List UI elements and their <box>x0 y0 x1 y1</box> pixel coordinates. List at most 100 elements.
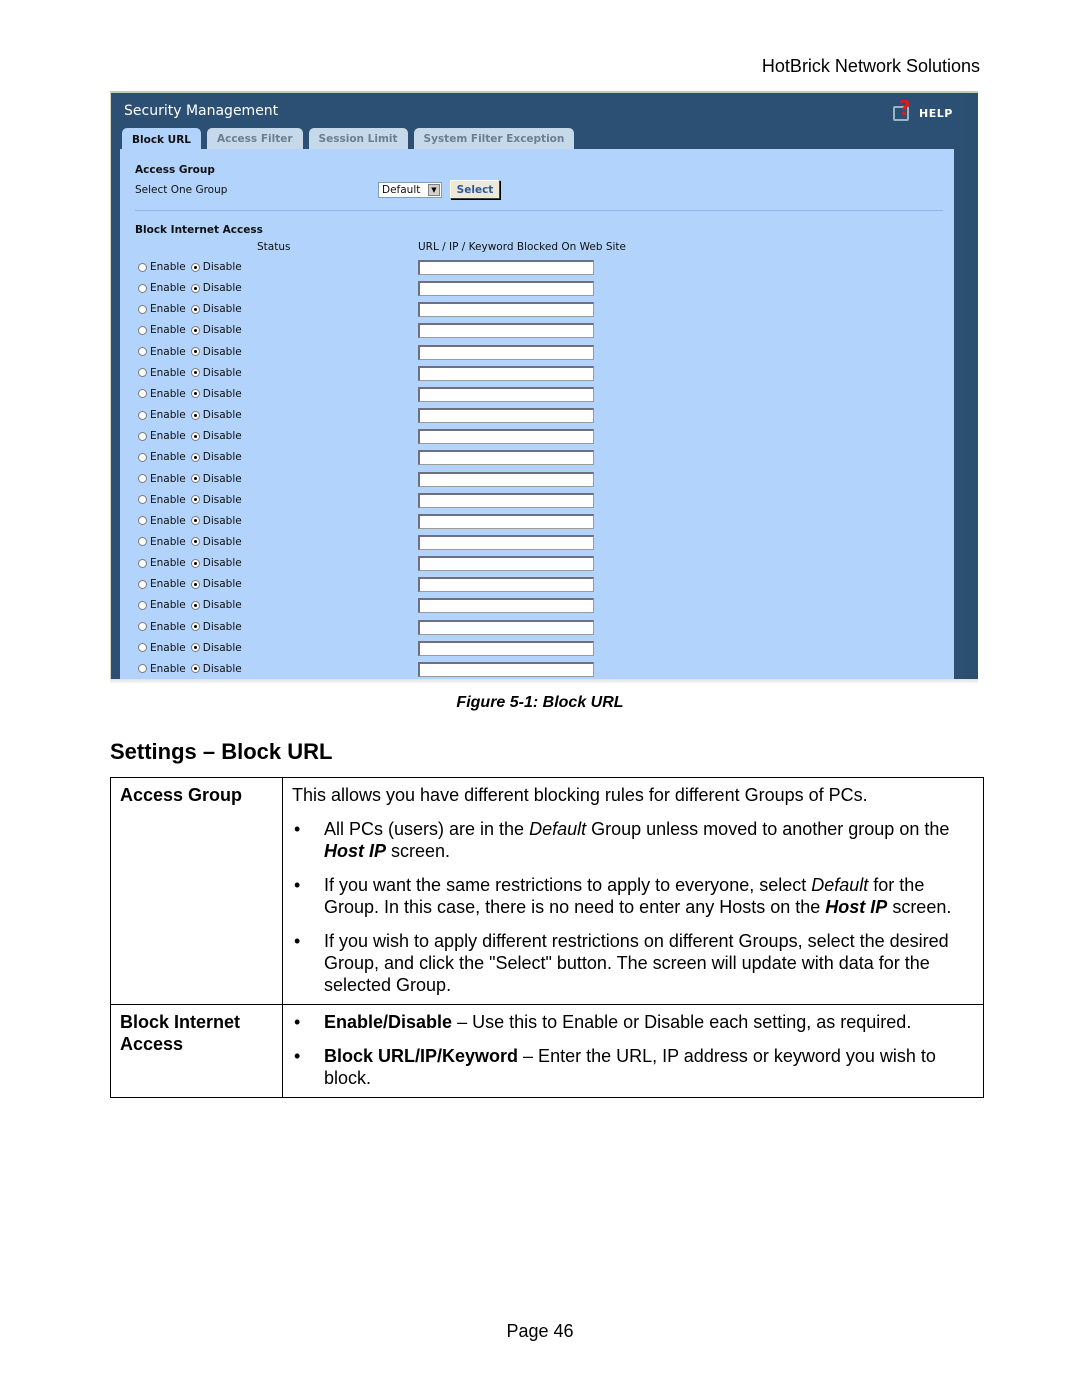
enable-radio[interactable] <box>138 600 147 610</box>
status-row: Enable Disable <box>138 449 247 465</box>
disable-radio[interactable] <box>190 558 200 568</box>
tab-session-limit[interactable]: Session Limit <box>308 128 408 150</box>
disable-radio[interactable] <box>190 325 200 335</box>
help-button[interactable]: ? HELP <box>893 98 955 125</box>
enable-radio[interactable] <box>138 325 147 335</box>
disable-radio[interactable] <box>190 283 200 293</box>
enable-radio[interactable] <box>138 558 147 568</box>
url-keyword-input[interactable] <box>418 260 594 275</box>
disable-label: Disable <box>202 472 242 485</box>
block-url-panel: Access Group Select One Group Default ▼ … <box>120 149 954 681</box>
enable-radio[interactable] <box>138 262 147 272</box>
url-keyword-input[interactable] <box>418 386 594 402</box>
url-keyword-input[interactable] <box>418 640 594 656</box>
url-keyword-input[interactable] <box>418 619 594 635</box>
select-group-label: Select One Group <box>135 184 228 196</box>
tab-block-url[interactable]: Block URL <box>122 128 201 151</box>
url-keyword-input[interactable] <box>418 450 594 466</box>
disable-radio[interactable] <box>190 537 200 547</box>
enable-radio[interactable] <box>138 283 147 293</box>
enable-radio[interactable] <box>138 664 147 674</box>
url-keyword-input[interactable] <box>418 556 594 572</box>
group-select[interactable]: Default ▼ <box>378 182 442 198</box>
disable-radio[interactable] <box>190 664 200 674</box>
enable-label: Enable <box>150 261 186 273</box>
status-row: Enable Disable <box>138 576 247 592</box>
url-keyword-input[interactable] <box>418 492 594 508</box>
disable-label: Disable <box>202 366 242 379</box>
enable-radio[interactable] <box>138 389 147 399</box>
url-keyword-input[interactable] <box>418 302 594 318</box>
url-keyword-input[interactable] <box>418 365 594 381</box>
enable-label: Enable <box>150 324 186 337</box>
enable-label: Enable <box>150 472 186 485</box>
enable-radio[interactable] <box>138 537 147 547</box>
disable-label: Disable <box>202 345 242 358</box>
tab-access-filter[interactable]: Access Filter <box>206 128 303 150</box>
url-keyword-input[interactable] <box>418 598 594 614</box>
disable-radio[interactable] <box>190 452 200 462</box>
disable-radio[interactable] <box>190 347 200 357</box>
url-keyword-input[interactable] <box>418 577 594 593</box>
url-keyword-input[interactable] <box>418 661 594 677</box>
url-keyword-input[interactable] <box>418 281 594 297</box>
enable-label: Enable <box>150 430 186 443</box>
disable-radio[interactable] <box>190 304 200 314</box>
select-button[interactable]: Select <box>450 180 500 199</box>
disable-label: Disable <box>202 662 242 675</box>
enable-radio[interactable] <box>138 410 147 420</box>
status-row: Enable Disable <box>138 597 247 613</box>
enable-radio[interactable] <box>138 622 147 632</box>
list-item: • If you wish to apply different restrict… <box>294 931 949 995</box>
disable-radio[interactable] <box>190 474 200 483</box>
url-keyword-input[interactable] <box>418 534 594 550</box>
enable-label: Enable <box>150 366 186 379</box>
disable-radio[interactable] <box>190 368 200 378</box>
list-item: • Enable/Disable – Use this to Enable or … <box>294 1012 912 1032</box>
url-column-header: URL / IP / Keyword Blocked On Web Site <box>418 241 627 253</box>
disable-radio[interactable] <box>190 516 200 526</box>
intro-text: This allows you have different blocking … <box>292 785 868 805</box>
enable-label: Enable <box>150 535 186 548</box>
disable-label: Disable <box>202 430 242 443</box>
status-row: Enable Disable <box>138 513 247 529</box>
url-keyword-input[interactable] <box>418 471 594 487</box>
url-keyword-input[interactable] <box>418 323 594 339</box>
url-keyword-input[interactable] <box>418 513 594 529</box>
enable-radio[interactable] <box>138 347 147 357</box>
block-internet-title: Block Internet Access <box>135 224 263 236</box>
enable-label: Enable <box>150 303 186 316</box>
enable-label: Enable <box>150 557 186 570</box>
disable-radio[interactable] <box>190 579 200 589</box>
disable-radio[interactable] <box>190 431 200 441</box>
enable-radio[interactable] <box>138 516 147 526</box>
url-keyword-input[interactable] <box>418 344 594 360</box>
url-keyword-input[interactable] <box>418 429 594 445</box>
enable-radio[interactable] <box>138 368 147 378</box>
settings-table: Access Group This allows you have differ… <box>110 777 984 1098</box>
enable-label: Enable <box>150 409 186 422</box>
status-row: Enable Disable <box>138 365 247 381</box>
enable-radio[interactable] <box>138 579 147 589</box>
enable-radio[interactable] <box>138 304 147 314</box>
access-group-title: Access Group <box>135 164 215 176</box>
group-select-value: Default <box>382 184 421 196</box>
enable-radio[interactable] <box>138 495 147 505</box>
chevron-down-icon[interactable]: ▼ <box>428 184 440 196</box>
disable-radio[interactable] <box>190 262 200 272</box>
disable-radio[interactable] <box>190 643 200 653</box>
disable-radio[interactable] <box>190 622 200 632</box>
enable-radio[interactable] <box>138 474 147 483</box>
disable-radio[interactable] <box>190 389 200 399</box>
screenshot-bottom-edge <box>110 679 978 683</box>
disable-radio[interactable] <box>190 600 200 610</box>
url-keyword-input[interactable] <box>418 408 594 424</box>
enable-radio[interactable] <box>138 452 147 462</box>
disable-label: Disable <box>202 261 242 273</box>
enable-radio[interactable] <box>138 643 147 653</box>
disable-radio[interactable] <box>190 410 200 420</box>
help-icon: ? <box>893 98 911 121</box>
enable-radio[interactable] <box>138 431 147 441</box>
tab-system-filter-exception[interactable]: System Filter Exception <box>413 128 575 150</box>
disable-radio[interactable] <box>190 495 200 505</box>
